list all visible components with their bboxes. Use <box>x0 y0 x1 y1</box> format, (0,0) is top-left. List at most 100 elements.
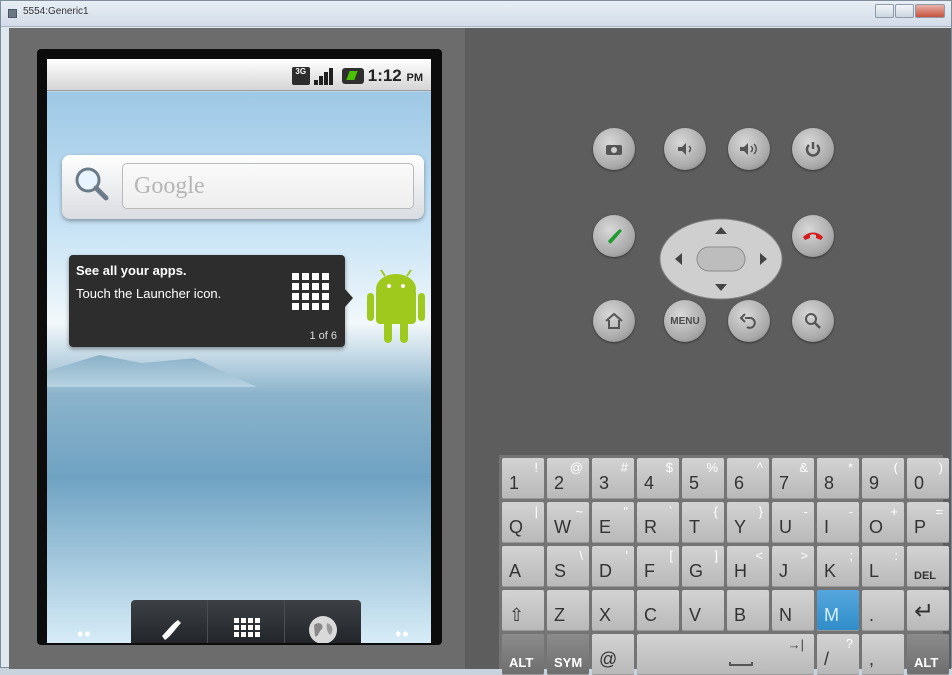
key-5[interactable]: 5% <box>682 458 724 499</box>
tip-title: See all your apps. <box>76 263 187 278</box>
tip-count: 1 of 6 <box>309 330 337 342</box>
clock-ampm: PM <box>406 72 424 84</box>
window-title: 5554:Generic1 <box>23 6 89 17</box>
key-space[interactable]: →| <box>637 634 814 675</box>
camera-button[interactable] <box>593 128 635 170</box>
volume-up-button[interactable] <box>728 128 770 170</box>
key-3[interactable]: 3 # <box>592 458 634 499</box>
end-call-button[interactable] <box>792 215 834 257</box>
key-w[interactable]: W ~ <box>547 502 589 543</box>
google-search-widget[interactable]: Google <box>62 155 424 219</box>
key-q[interactable]: Q | <box>502 502 544 543</box>
key-9[interactable]: 9( <box>862 458 904 499</box>
maximize-button[interactable] <box>895 4 914 18</box>
home-button[interactable] <box>593 300 635 342</box>
google-search-input[interactable]: Google <box>122 163 414 209</box>
android-robot-icon <box>367 269 425 343</box>
volume-down-button[interactable] <box>664 128 706 170</box>
phone-shortcut[interactable] <box>131 600 208 643</box>
launcher-grid-icon <box>292 273 329 310</box>
call-button[interactable] <box>593 215 635 257</box>
key-r[interactable]: R ` <box>637 502 679 543</box>
tip-body: Touch the Launcher icon. <box>76 286 222 301</box>
window-controls <box>875 4 945 18</box>
key-slash[interactable]: /? <box>817 634 859 675</box>
search-icon <box>805 313 821 329</box>
app-icon <box>8 9 17 18</box>
key-4[interactable]: 4 $ <box>637 458 679 499</box>
key-comma[interactable]: , <box>862 634 904 675</box>
key-alt-right[interactable]: ALT <box>907 634 949 675</box>
left-page-indicator[interactable]: •• <box>77 624 92 643</box>
key-m[interactable]: M <box>817 590 859 631</box>
key-z[interactable]: Z <box>547 590 589 631</box>
browser-shortcut[interactable] <box>285 600 361 643</box>
camera-icon <box>606 145 622 155</box>
key-i[interactable]: I- <box>817 502 859 543</box>
key-6[interactable]: 6 ^ <box>727 458 769 499</box>
key-x[interactable]: X <box>592 590 634 631</box>
key-e[interactable]: E " <box>592 502 634 543</box>
android-screen[interactable]: 3G 1:12 PM Google See all your apps. Tou… <box>47 59 431 643</box>
key-v[interactable]: V <box>682 590 724 631</box>
key-a[interactable]: A <box>502 546 544 587</box>
end-call-icon <box>803 232 823 240</box>
key-j[interactable]: J > <box>772 546 814 587</box>
key-2[interactable]: 2 @ <box>547 458 589 499</box>
key-7[interactable]: 7 & <box>772 458 814 499</box>
back-icon <box>739 313 756 329</box>
key-h[interactable]: H < <box>727 546 769 587</box>
key-alt-left[interactable]: ALT <box>502 634 544 675</box>
key-enter[interactable]: ↵ <box>907 590 949 631</box>
home-icon <box>605 312 623 329</box>
power-icon <box>805 142 821 157</box>
back-button[interactable] <box>728 300 770 342</box>
signal-strength-icon <box>313 67 338 85</box>
call-icon <box>608 229 622 244</box>
key-1[interactable]: 1! <box>502 458 544 499</box>
key-o[interactable]: O + <box>862 502 904 543</box>
key-y[interactable]: Y} <box>727 502 769 543</box>
volume-up-icon <box>740 143 757 155</box>
clock-time: 1:12 <box>367 66 402 85</box>
key-n[interactable]: N <box>772 590 814 631</box>
key-sym[interactable]: SYM <box>547 634 589 675</box>
key-s[interactable]: S \ <box>547 546 589 587</box>
clock: 1:12 PM <box>368 66 423 86</box>
phone-icon <box>162 619 181 640</box>
close-button[interactable] <box>915 4 945 18</box>
key-d[interactable]: D ' <box>592 546 634 587</box>
magnifier-icon[interactable] <box>71 163 111 203</box>
menu-button[interactable]: MENU <box>664 300 706 342</box>
key-g[interactable]: G] <box>682 546 724 587</box>
key-f[interactable]: F[ <box>637 546 679 587</box>
emulator-window: 5554:Generic1 3G 1:12 PM Google See all … <box>0 0 952 675</box>
key-l[interactable]: L: <box>862 546 904 587</box>
key-c[interactable]: C <box>637 590 679 631</box>
key-p[interactable]: P = <box>907 502 949 543</box>
status-icons: 3G 1:12 PM <box>291 66 423 86</box>
key-8[interactable]: 8 * <box>817 458 859 499</box>
key-shift[interactable]: ⇧ <box>502 590 544 631</box>
app-drawer-shortcut[interactable] <box>208 600 285 643</box>
qwerty-keyboard: 1! 2 @ 3 # 4 $ 5% 6 ^ 7 & 8 * 9( 0) Q | W ~ E " R… <box>499 455 949 675</box>
key-delete[interactable]: DEL <box>907 546 949 587</box>
search-button[interactable] <box>792 300 834 342</box>
key-period[interactable]: . <box>862 590 904 631</box>
title-bar: 5554:Generic1 <box>1 1 951 27</box>
key-0[interactable]: 0) <box>907 458 949 499</box>
key-b[interactable]: B <box>727 590 769 631</box>
menu-label: MENU <box>670 315 700 327</box>
key-u[interactable]: U- <box>772 502 814 543</box>
dpad[interactable] <box>659 218 783 300</box>
key-t[interactable]: T{ <box>682 502 724 543</box>
minimize-button[interactable] <box>875 4 894 18</box>
dpad-icon <box>659 218 783 300</box>
key-k[interactable]: K; <box>817 546 859 587</box>
globe-icon <box>309 615 337 643</box>
right-page-indicator[interactable]: •• <box>395 624 410 643</box>
power-button[interactable] <box>792 128 834 170</box>
launcher-grid-icon <box>234 617 260 637</box>
key-at[interactable]: @ <box>592 634 634 675</box>
wallpaper-mountains <box>47 355 257 387</box>
